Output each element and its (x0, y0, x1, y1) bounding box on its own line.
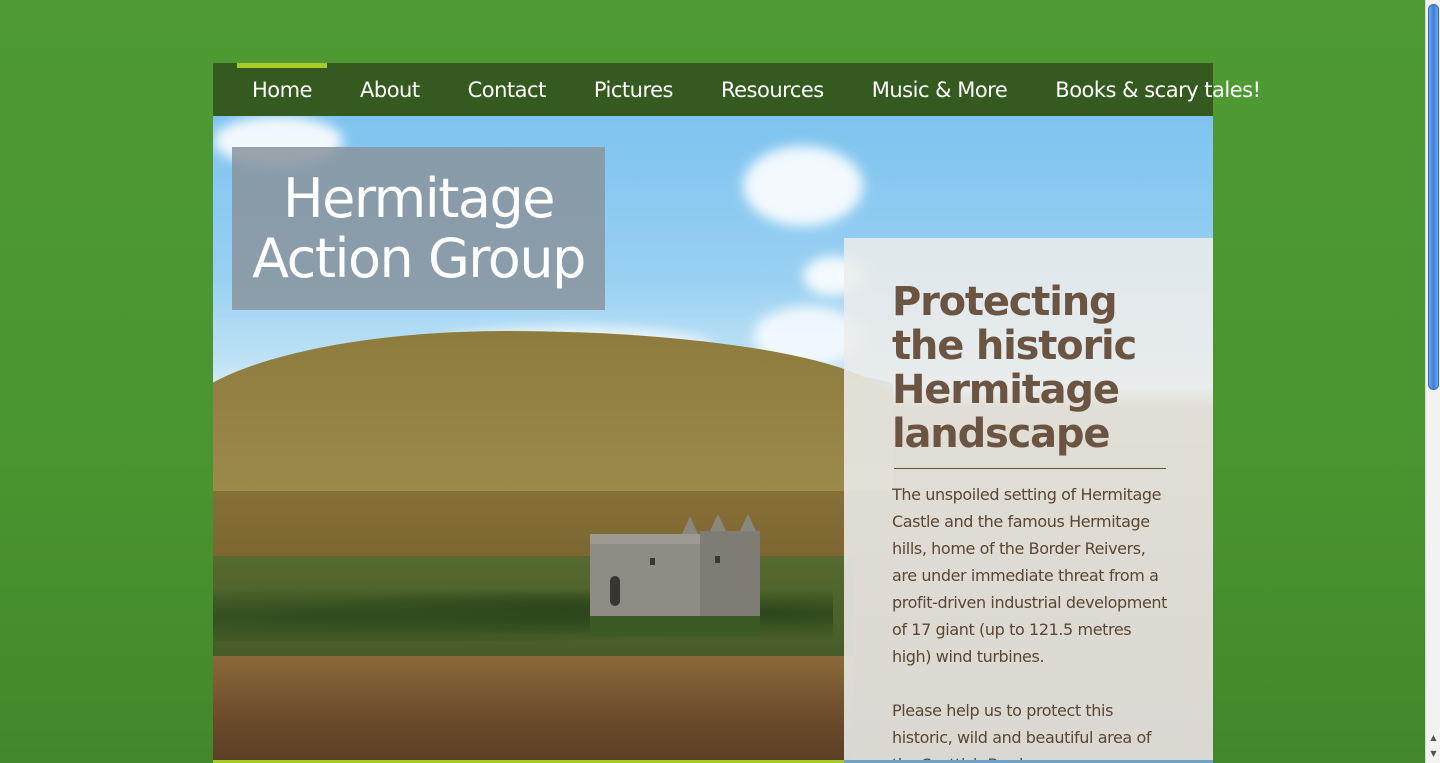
heading-divider (894, 468, 1166, 469)
moorland-hillside (213, 331, 893, 491)
nav-item-home[interactable]: Home (237, 63, 328, 116)
info-paragraph: The unspoiled setting of Hermitage Castl… (892, 485, 1168, 666)
nav-item-pictures[interactable]: Pictures (579, 63, 688, 116)
site-title-box: Hermitage Action Group (232, 147, 605, 310)
site-title-line-1: Hermitage (283, 166, 555, 230)
nav-item-books-and-scary-tales[interactable]: Books & scary tales! (1040, 63, 1275, 116)
site-title-line-2: Action Group (252, 226, 586, 290)
info-heading: Protecting the historic Hermitage landsc… (892, 279, 1137, 457)
heather-foreground (213, 656, 853, 763)
nav-item-contact[interactable]: Contact (453, 63, 561, 116)
nav-item-about[interactable]: About (345, 63, 435, 116)
scrollbar-thumb[interactable] (1428, 4, 1439, 390)
scroll-up-arrow-icon[interactable]: ▲ (1428, 732, 1439, 744)
vertical-scrollbar[interactable]: ▲ ▼ (1425, 0, 1440, 763)
hero-landscape-image: Hermitage Action Group Protecting the hi… (213, 116, 1213, 763)
info-paragraph: Please help us to protect this historic,… (892, 701, 1152, 763)
cloud-shape (743, 146, 863, 226)
scroll-down-arrow-icon[interactable]: ▼ (1428, 748, 1439, 760)
info-panel: Protecting the historic Hermitage landsc… (844, 238, 1213, 763)
page-container: Home About Contact Pictures Resources Mu… (213, 63, 1261, 763)
main-navigation: Home About Contact Pictures Resources Mu… (213, 63, 1261, 116)
nav-item-music-and-more[interactable]: Music & More (857, 63, 1023, 116)
hermitage-castle-illustration (590, 514, 760, 636)
nav-item-resources[interactable]: Resources (706, 63, 839, 116)
